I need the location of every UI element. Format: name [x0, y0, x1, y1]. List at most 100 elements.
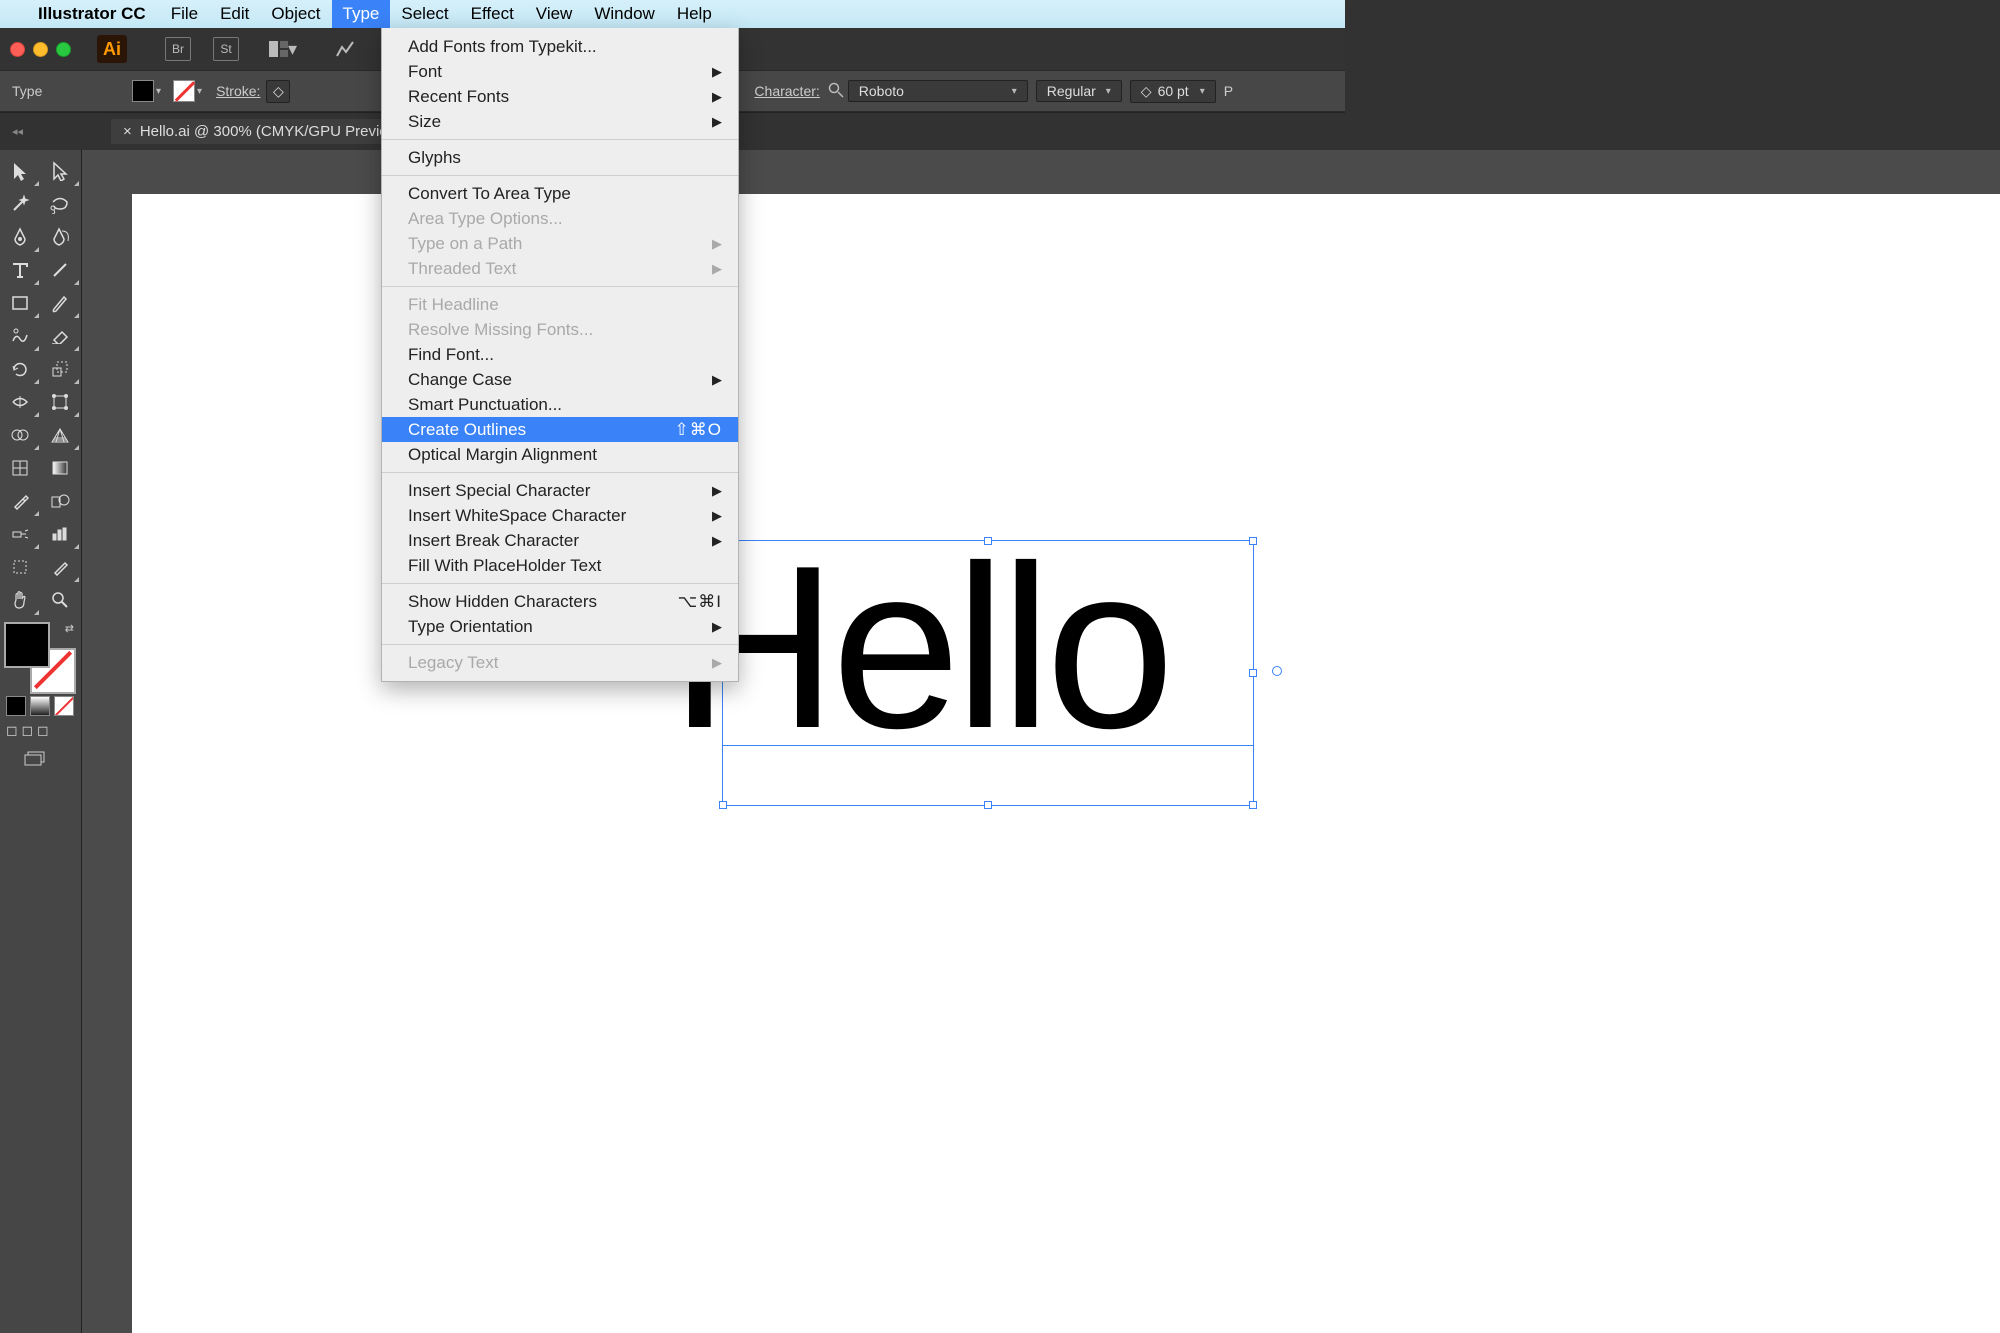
menu-item-recent-fonts[interactable]: Recent Fonts▶ — [382, 84, 738, 109]
slice-tool[interactable] — [40, 550, 80, 583]
menu-item-font[interactable]: Font▶ — [382, 59, 738, 84]
direct-selection-tool[interactable] — [40, 154, 80, 187]
collapse-panels-icon[interactable]: ◂◂ — [12, 125, 23, 138]
minimize-icon[interactable] — [33, 42, 48, 57]
stroke-swatch[interactable] — [173, 80, 195, 102]
maximize-icon[interactable] — [56, 42, 71, 57]
tool-mode-label: Type — [12, 83, 132, 99]
menu-item-fill-with-placeholder-text[interactable]: Fill With PlaceHolder Text — [382, 553, 738, 578]
close-icon[interactable]: × — [123, 123, 132, 140]
menu-item-insert-break-character[interactable]: Insert Break Character▶ — [382, 528, 738, 553]
app-name[interactable]: Illustrator CC — [38, 4, 146, 24]
symbol-sprayer-tool[interactable] — [0, 517, 40, 550]
curvature-tool[interactable] — [40, 220, 80, 253]
type-tool[interactable] — [0, 253, 40, 286]
menu-item-optical-margin-alignment[interactable]: Optical Margin Alignment — [382, 442, 738, 467]
menu-effect[interactable]: Effect — [460, 0, 525, 28]
menu-item-insert-special-character[interactable]: Insert Special Character▶ — [382, 478, 738, 503]
eyedropper-tool[interactable] — [0, 484, 40, 517]
menu-item-label: Convert To Area Type — [408, 184, 571, 204]
line-segment-tool[interactable] — [40, 253, 80, 286]
paragraph-label-trunc[interactable]: P — [1224, 83, 1233, 99]
resize-handle[interactable] — [1249, 669, 1257, 677]
draw-modes[interactable]: ◻ ◻ ◻ — [6, 722, 81, 739]
width-tool[interactable] — [0, 385, 40, 418]
free-transform-tool[interactable] — [40, 385, 80, 418]
resize-handle[interactable] — [984, 801, 992, 809]
blend-tool[interactable] — [40, 484, 80, 517]
menu-object[interactable]: Object — [260, 0, 331, 28]
stock-icon[interactable]: St — [213, 37, 239, 61]
gradient-tool[interactable] — [40, 451, 80, 484]
column-graph-tool[interactable] — [40, 517, 80, 550]
window-controls — [10, 42, 71, 57]
resize-handle[interactable] — [1249, 537, 1257, 545]
menu-type[interactable]: Type — [332, 0, 391, 28]
menu-item-convert-to-area-type[interactable]: Convert To Area Type — [382, 181, 738, 206]
chevron-down-icon[interactable]: ▾ — [197, 86, 202, 97]
resize-handle[interactable] — [719, 801, 727, 809]
document-tab[interactable]: × Hello.ai @ 300% (CMYK/GPU Preview) — [111, 119, 415, 144]
shape-builder-tool[interactable] — [0, 418, 40, 451]
submenu-arrow-icon: ▶ — [712, 89, 722, 105]
artboard-tool[interactable] — [0, 550, 40, 583]
menu-separator — [382, 286, 738, 287]
menu-item-add-fonts-from-typekit[interactable]: Add Fonts from Typekit... — [382, 34, 738, 59]
magic-wand-tool[interactable] — [0, 187, 40, 220]
fill-stroke-colors[interactable]: ⇄ — [4, 622, 76, 694]
character-label[interactable]: Character: — [754, 83, 819, 99]
search-icon[interactable] — [828, 82, 844, 101]
mesh-tool[interactable] — [0, 451, 40, 484]
fill-color[interactable] — [4, 622, 50, 668]
menu-item-find-font[interactable]: Find Font... — [382, 342, 738, 367]
resize-handle[interactable] — [984, 537, 992, 545]
chevron-down-icon[interactable]: ▾ — [156, 86, 161, 97]
font-style-dropdown[interactable]: Regular▾ — [1036, 80, 1122, 102]
gradient-mode-icon[interactable] — [30, 696, 50, 716]
menu-view[interactable]: View — [525, 0, 584, 28]
shaper-tool[interactable] — [0, 319, 40, 352]
canvas-area[interactable]: Hello — [82, 150, 2000, 1333]
gpu-performance-icon[interactable] — [331, 37, 359, 61]
menu-edit[interactable]: Edit — [209, 0, 260, 28]
hand-tool[interactable] — [0, 583, 40, 616]
menu-item-size[interactable]: Size▶ — [382, 109, 738, 134]
font-size-stepper[interactable]: ◇ 60 pt▾ — [1130, 80, 1216, 103]
menu-item-type-orientation[interactable]: Type Orientation▶ — [382, 614, 738, 639]
color-mode-icon[interactable] — [6, 696, 26, 716]
lasso-tool[interactable] — [40, 187, 80, 220]
menu-item-label: Type on a Path — [408, 234, 522, 254]
menu-item-smart-punctuation[interactable]: Smart Punctuation... — [382, 392, 738, 417]
menu-item-change-case[interactable]: Change Case▶ — [382, 367, 738, 392]
rotate-tool[interactable] — [0, 352, 40, 385]
menu-help[interactable]: Help — [666, 0, 723, 28]
font-family-dropdown[interactable]: Roboto▾ — [848, 80, 1028, 102]
menu-item-create-outlines[interactable]: Create Outlines⇧⌘O — [382, 417, 738, 442]
scale-tool[interactable] — [40, 352, 80, 385]
bridge-icon[interactable]: Br — [165, 37, 191, 61]
eraser-tool[interactable] — [40, 319, 80, 352]
menu-item-label: Optical Margin Alignment — [408, 445, 597, 465]
menu-select[interactable]: Select — [390, 0, 459, 28]
menu-file[interactable]: File — [160, 0, 209, 28]
screen-mode-icon[interactable] — [24, 749, 81, 774]
perspective-grid-tool[interactable] — [40, 418, 80, 451]
stroke-weight-stepper[interactable]: ◇ — [266, 80, 290, 103]
none-mode-icon[interactable] — [54, 696, 74, 716]
rectangle-tool[interactable] — [0, 286, 40, 319]
arrange-documents-icon[interactable]: ▾ — [269, 37, 297, 61]
menu-item-label: Create Outlines — [408, 420, 526, 440]
menu-item-glyphs[interactable]: Glyphs — [382, 145, 738, 170]
fill-swatch[interactable] — [132, 80, 154, 102]
selection-tool[interactable] — [0, 154, 40, 187]
paintbrush-tool[interactable] — [40, 286, 80, 319]
resize-handle[interactable] — [1249, 801, 1257, 809]
pen-tool[interactable] — [0, 220, 40, 253]
text-out-port-icon[interactable] — [1272, 666, 1282, 676]
close-icon[interactable] — [10, 42, 25, 57]
zoom-tool[interactable] — [40, 583, 80, 616]
swap-colors-icon[interactable]: ⇄ — [65, 622, 74, 635]
menu-item-show-hidden-characters[interactable]: Show Hidden Characters⌥⌘I — [382, 589, 738, 614]
menu-window[interactable]: Window — [583, 0, 665, 28]
menu-item-insert-whitespace-character[interactable]: Insert WhiteSpace Character▶ — [382, 503, 738, 528]
